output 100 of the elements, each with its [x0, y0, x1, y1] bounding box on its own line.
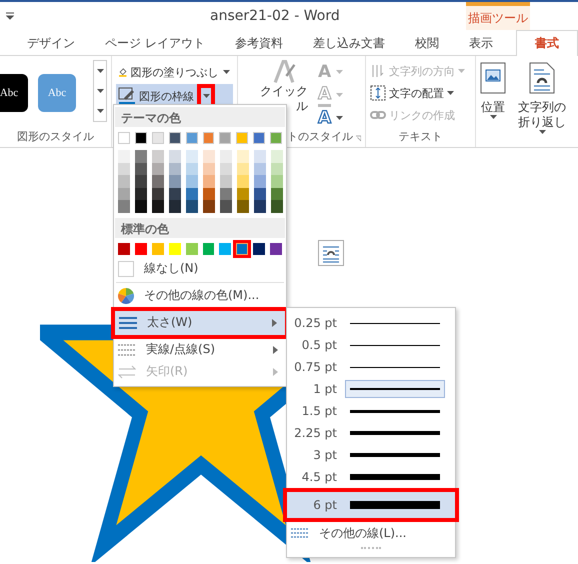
color-swatch[interactable]	[237, 200, 249, 212]
color-swatch[interactable]	[220, 188, 232, 200]
color-swatch[interactable]	[236, 132, 248, 144]
color-swatch[interactable]	[220, 175, 232, 188]
color-swatch[interactable]	[271, 162, 283, 175]
color-swatch[interactable]	[203, 188, 215, 200]
color-swatch[interactable]	[186, 150, 198, 162]
color-swatch[interactable]	[271, 150, 283, 162]
color-swatch[interactable]	[203, 162, 215, 175]
color-swatch[interactable]	[254, 150, 266, 162]
weight-option[interactable]: 2.25 pt	[287, 422, 455, 444]
arrange-button[interactable]: 文字列の 折り返し	[514, 56, 570, 147]
color-swatch[interactable]	[118, 242, 130, 254]
color-swatch[interactable]	[254, 188, 266, 200]
color-swatch[interactable]	[135, 150, 147, 162]
color-swatch[interactable]	[254, 200, 266, 212]
color-swatch[interactable]	[237, 175, 249, 188]
color-swatch[interactable]	[270, 132, 282, 144]
color-swatch[interactable]	[253, 132, 266, 144]
color-swatch[interactable]	[168, 242, 181, 254]
ribbon-tab[interactable]: デザイン	[12, 30, 90, 56]
menu-item[interactable]: 太さ(W)	[111, 306, 289, 338]
weight-option[interactable]: 0.5 pt	[287, 334, 455, 356]
layout-options-icon[interactable]	[318, 240, 344, 266]
color-swatch[interactable]	[152, 175, 164, 188]
weight-option[interactable]: 6 pt	[283, 488, 459, 522]
color-swatch[interactable]	[118, 200, 130, 212]
color-swatch[interactable]	[237, 162, 249, 175]
weight-option[interactable]: 1.5 pt	[287, 400, 455, 422]
color-swatch[interactable]	[219, 242, 232, 254]
color-swatch[interactable]	[152, 132, 164, 144]
shape-command-button[interactable]: 図形の塗りつぶし	[116, 60, 233, 84]
color-swatch[interactable]	[220, 162, 232, 175]
color-swatch[interactable]	[253, 242, 266, 254]
color-swatch[interactable]	[254, 175, 266, 188]
color-swatch[interactable]	[135, 175, 147, 188]
caret-icon	[336, 70, 344, 74]
color-swatch[interactable]	[219, 132, 232, 144]
color-swatch[interactable]	[118, 132, 130, 144]
color-swatch[interactable]	[202, 132, 214, 144]
color-swatch[interactable]	[135, 188, 147, 200]
color-swatch[interactable]	[220, 150, 232, 162]
weight-option[interactable]: 4.5 pt	[287, 466, 455, 488]
ribbon-tab[interactable]: 差し込み文書	[298, 30, 400, 56]
color-swatch[interactable]	[152, 150, 164, 162]
color-swatch[interactable]	[271, 175, 283, 188]
color-swatch[interactable]	[237, 150, 249, 162]
color-swatch[interactable]	[186, 188, 198, 200]
text-command[interactable]: 文字の配置	[370, 82, 471, 104]
color-swatch[interactable]	[169, 162, 181, 175]
weight-option[interactable]: 3 pt	[287, 444, 455, 466]
ribbon-tab[interactable]: 校閲	[400, 30, 454, 56]
color-swatch[interactable]	[203, 150, 215, 162]
menu-item[interactable]: 線なし(N)	[114, 258, 286, 280]
color-swatch[interactable]	[118, 188, 130, 200]
ribbon-tab[interactable]: 表示	[454, 30, 508, 56]
menu-item[interactable]: その他の線の色(M)...	[114, 284, 286, 306]
color-swatch[interactable]	[134, 132, 147, 144]
color-swatch[interactable]	[203, 200, 215, 212]
color-swatch[interactable]	[169, 188, 181, 200]
ribbon-tab[interactable]: ページ レイアウト	[90, 30, 220, 56]
color-swatch[interactable]	[118, 150, 130, 162]
weight-option[interactable]: 1 pt	[287, 378, 455, 400]
menu-item[interactable]: 実線/点線(S)	[114, 338, 286, 360]
color-swatch[interactable]	[135, 162, 147, 175]
gallery-scroll[interactable]	[93, 60, 107, 122]
color-swatch[interactable]	[152, 242, 164, 254]
weight-option[interactable]: 0.75 pt	[287, 356, 455, 378]
ribbon-tab[interactable]: 参考資料	[220, 30, 298, 56]
color-swatch[interactable]	[220, 200, 232, 212]
color-swatch[interactable]	[186, 200, 198, 212]
color-swatch[interactable]	[186, 175, 198, 188]
color-swatch[interactable]	[233, 240, 252, 258]
color-swatch[interactable]	[254, 162, 266, 175]
color-swatch[interactable]	[152, 188, 164, 200]
shape-style-preset[interactable]: Abc	[0, 74, 28, 112]
color-swatch[interactable]	[169, 175, 181, 188]
color-swatch[interactable]	[169, 150, 181, 162]
text-style-button[interactable]: A	[318, 108, 332, 128]
menu-item[interactable]: その他の線(L)...	[287, 522, 455, 544]
color-swatch[interactable]	[271, 188, 283, 200]
color-swatch[interactable]	[203, 175, 215, 188]
color-swatch[interactable]	[135, 200, 147, 212]
ribbon-tab[interactable]: 書式	[516, 30, 578, 56]
color-swatch[interactable]	[186, 242, 198, 254]
weight-option[interactable]: 0.25 pt	[287, 312, 455, 334]
color-swatch[interactable]	[270, 242, 282, 254]
color-swatch[interactable]	[186, 132, 198, 144]
color-swatch[interactable]	[168, 132, 181, 144]
color-swatch[interactable]	[169, 200, 181, 212]
arrange-button[interactable]: 位置	[476, 56, 510, 147]
color-swatch[interactable]	[118, 175, 130, 188]
color-swatch[interactable]	[152, 200, 164, 212]
color-swatch[interactable]	[152, 162, 164, 175]
color-swatch[interactable]	[271, 200, 283, 212]
color-swatch[interactable]	[186, 162, 198, 175]
color-swatch[interactable]	[237, 188, 249, 200]
color-swatch[interactable]	[202, 242, 214, 254]
color-swatch[interactable]	[118, 162, 130, 175]
color-swatch[interactable]	[134, 242, 147, 254]
